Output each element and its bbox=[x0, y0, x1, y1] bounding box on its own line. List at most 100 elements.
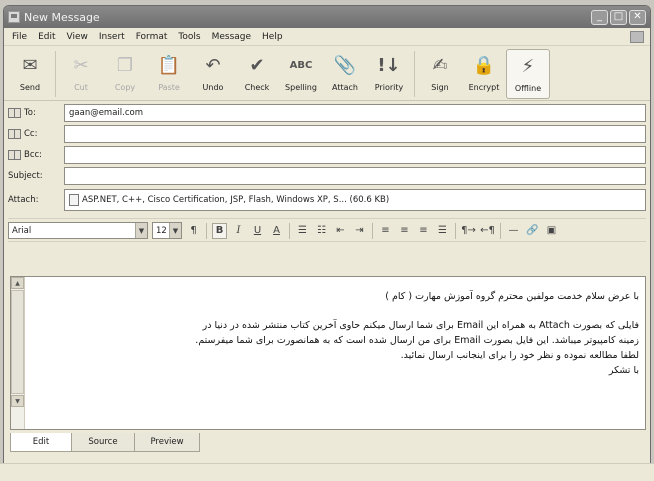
scroll-up-icon[interactable]: ▲ bbox=[11, 277, 24, 289]
toolbar: ✉ Send ✂ Cut ❐ Copy 📋 Paste ↶ Undo ✔ Check ABC… bbox=[4, 46, 650, 101]
font-name-select[interactable]: Arial ▼ bbox=[8, 222, 148, 239]
menu-tools[interactable]: Tools bbox=[178, 32, 200, 42]
horizontal-line-icon[interactable]: — bbox=[506, 223, 521, 239]
underline-button[interactable]: U bbox=[250, 223, 265, 239]
bcc-field[interactable] bbox=[64, 146, 646, 164]
priority-button[interactable]: !↓ Priority bbox=[367, 49, 411, 99]
send-icon: ✉ bbox=[22, 54, 38, 76]
bulleted-list-icon[interactable]: ☷ bbox=[314, 223, 329, 239]
toolbar-separator bbox=[455, 222, 456, 239]
toolbar-separator bbox=[289, 222, 290, 239]
decrease-indent-icon[interactable]: ⇤ bbox=[333, 223, 348, 239]
message-body-editor[interactable]: ▲ ▼ با عرض سلام خدمت مولفین محترم گروه آ… bbox=[10, 276, 646, 430]
font-size-select[interactable]: 12 ▼ bbox=[152, 222, 182, 239]
window-title: New Message bbox=[24, 10, 100, 24]
title-bar[interactable]: New Message _ □ ✕ bbox=[4, 6, 650, 28]
tab-preview[interactable]: Preview bbox=[134, 433, 200, 452]
paragraph-style-icon[interactable]: ¶ bbox=[186, 223, 201, 239]
attach-label: Attach: bbox=[8, 195, 39, 205]
to-field[interactable]: gaan@email.com bbox=[64, 104, 646, 122]
scissors-icon: ✂ bbox=[73, 54, 89, 76]
bcc-label-button[interactable]: Bcc: bbox=[8, 150, 64, 160]
toolbar-separator bbox=[372, 222, 373, 239]
body-line: زمینه کامپیوتر میباشد. این فایل بصورت Em… bbox=[195, 335, 639, 346]
align-left-icon[interactable]: ≡ bbox=[378, 223, 393, 239]
maximize-button[interactable]: □ bbox=[610, 9, 627, 25]
italic-button[interactable]: I bbox=[231, 223, 246, 239]
subject-row: Subject: bbox=[8, 166, 646, 186]
tab-source[interactable]: Source bbox=[71, 433, 135, 452]
menu-file[interactable]: File bbox=[12, 32, 27, 42]
file-icon bbox=[69, 194, 79, 206]
align-center-icon[interactable]: ≡ bbox=[397, 223, 412, 239]
paste-button[interactable]: 📋 Paste bbox=[147, 49, 191, 99]
menu-message[interactable]: Message bbox=[212, 32, 251, 42]
check-names-button[interactable]: ✔ Check bbox=[235, 49, 279, 99]
toolbar-separator bbox=[414, 51, 415, 97]
mail-icon bbox=[8, 11, 20, 23]
attach-row: Attach: ASP.NET, C++, Cisco Certificatio… bbox=[8, 188, 646, 212]
copy-button[interactable]: ❐ Copy bbox=[103, 49, 147, 99]
status-bar bbox=[0, 463, 654, 481]
sign-icon: ✍ bbox=[432, 54, 448, 76]
spelling-icon: ABC bbox=[289, 59, 313, 71]
windows-flag-icon bbox=[630, 30, 644, 43]
cc-label-button[interactable]: Cc: bbox=[8, 129, 64, 139]
to-label-button[interactable]: To: bbox=[8, 108, 64, 118]
subject-field[interactable] bbox=[64, 167, 646, 185]
undo-button[interactable]: ↶ Undo bbox=[191, 49, 235, 99]
encrypt-button[interactable]: 🔒 Encrypt bbox=[462, 49, 506, 99]
bold-button[interactable]: B bbox=[212, 222, 227, 239]
menu-edit[interactable]: Edit bbox=[38, 32, 55, 42]
numbered-list-icon[interactable]: ☰ bbox=[295, 223, 310, 239]
menu-view[interactable]: View bbox=[67, 32, 88, 42]
increase-indent-icon[interactable]: ⇥ bbox=[352, 223, 367, 239]
undo-icon: ↶ bbox=[205, 54, 221, 76]
justify-icon[interactable]: ☰ bbox=[435, 223, 450, 239]
cc-row: Cc: bbox=[8, 124, 646, 144]
attach-field[interactable]: ASP.NET, C++, Cisco Certification, JSP, … bbox=[64, 189, 646, 211]
align-right-icon[interactable]: ≡ bbox=[416, 223, 431, 239]
cut-button[interactable]: ✂ Cut bbox=[59, 49, 103, 99]
to-row: To: gaan@email.com bbox=[8, 103, 646, 123]
bcc-row: Bcc: bbox=[8, 145, 646, 165]
close-button[interactable]: ✕ bbox=[629, 9, 646, 25]
attachment-name[interactable]: ASP.NET, C++, Cisco Certification, JSP, … bbox=[82, 195, 389, 205]
paperclip-icon: 📎 bbox=[333, 54, 357, 76]
menu-bar: File Edit View Insert Format Tools Messa… bbox=[4, 28, 650, 46]
scroll-down-icon[interactable]: ▼ bbox=[11, 395, 24, 407]
chevron-down-icon: ▼ bbox=[169, 223, 181, 238]
greeting-line: با عرض سلام خدمت مولفین محترم گروه آموزش… bbox=[385, 291, 639, 302]
spelling-button[interactable]: ABC Spelling bbox=[279, 49, 323, 99]
menu-insert[interactable]: Insert bbox=[99, 32, 125, 42]
attach-button[interactable]: 📎 Attach bbox=[323, 49, 367, 99]
subject-label: Subject: bbox=[8, 171, 43, 181]
send-button[interactable]: ✉ Send bbox=[8, 49, 52, 99]
closing-line: با تشکر bbox=[608, 365, 639, 376]
offline-icon: ⚡ bbox=[521, 55, 535, 77]
menu-help[interactable]: Help bbox=[262, 32, 283, 42]
sign-button[interactable]: ✍ Sign bbox=[418, 49, 462, 99]
tab-edit[interactable]: Edit bbox=[10, 433, 72, 452]
offline-button[interactable]: ⚡ Offline bbox=[506, 49, 550, 99]
font-color-button[interactable]: A bbox=[269, 223, 284, 239]
header-fields: To: gaan@email.com Cc: Bcc: Subject: Att… bbox=[4, 101, 650, 212]
cc-field[interactable] bbox=[64, 125, 646, 143]
hyperlink-icon[interactable]: 🔗 bbox=[525, 223, 540, 239]
menu-format[interactable]: Format bbox=[136, 32, 168, 42]
encrypt-icon: 🔒 bbox=[472, 54, 496, 76]
ltr-direction-icon[interactable]: ¶→ bbox=[461, 223, 476, 239]
priority-icon: !↓ bbox=[377, 54, 401, 76]
minimize-button[interactable]: _ bbox=[591, 9, 608, 25]
rtl-direction-icon[interactable]: ←¶ bbox=[480, 223, 495, 239]
address-book-icon bbox=[8, 150, 21, 160]
insert-picture-icon[interactable]: ▣ bbox=[544, 223, 559, 239]
body-line: فایلی که بصورت Attach به همراه این Email… bbox=[202, 320, 639, 331]
check-names-icon: ✔ bbox=[249, 54, 265, 76]
vertical-scrollbar[interactable]: ▲ ▼ bbox=[11, 277, 25, 429]
message-body-text[interactable]: با عرض سلام خدمت مولفین محترم گروه آموزش… bbox=[33, 289, 639, 378]
toolbar-separator bbox=[206, 222, 207, 239]
scroll-thumb[interactable] bbox=[11, 290, 24, 394]
address-book-icon bbox=[8, 108, 21, 118]
paste-icon: 📋 bbox=[157, 54, 181, 76]
